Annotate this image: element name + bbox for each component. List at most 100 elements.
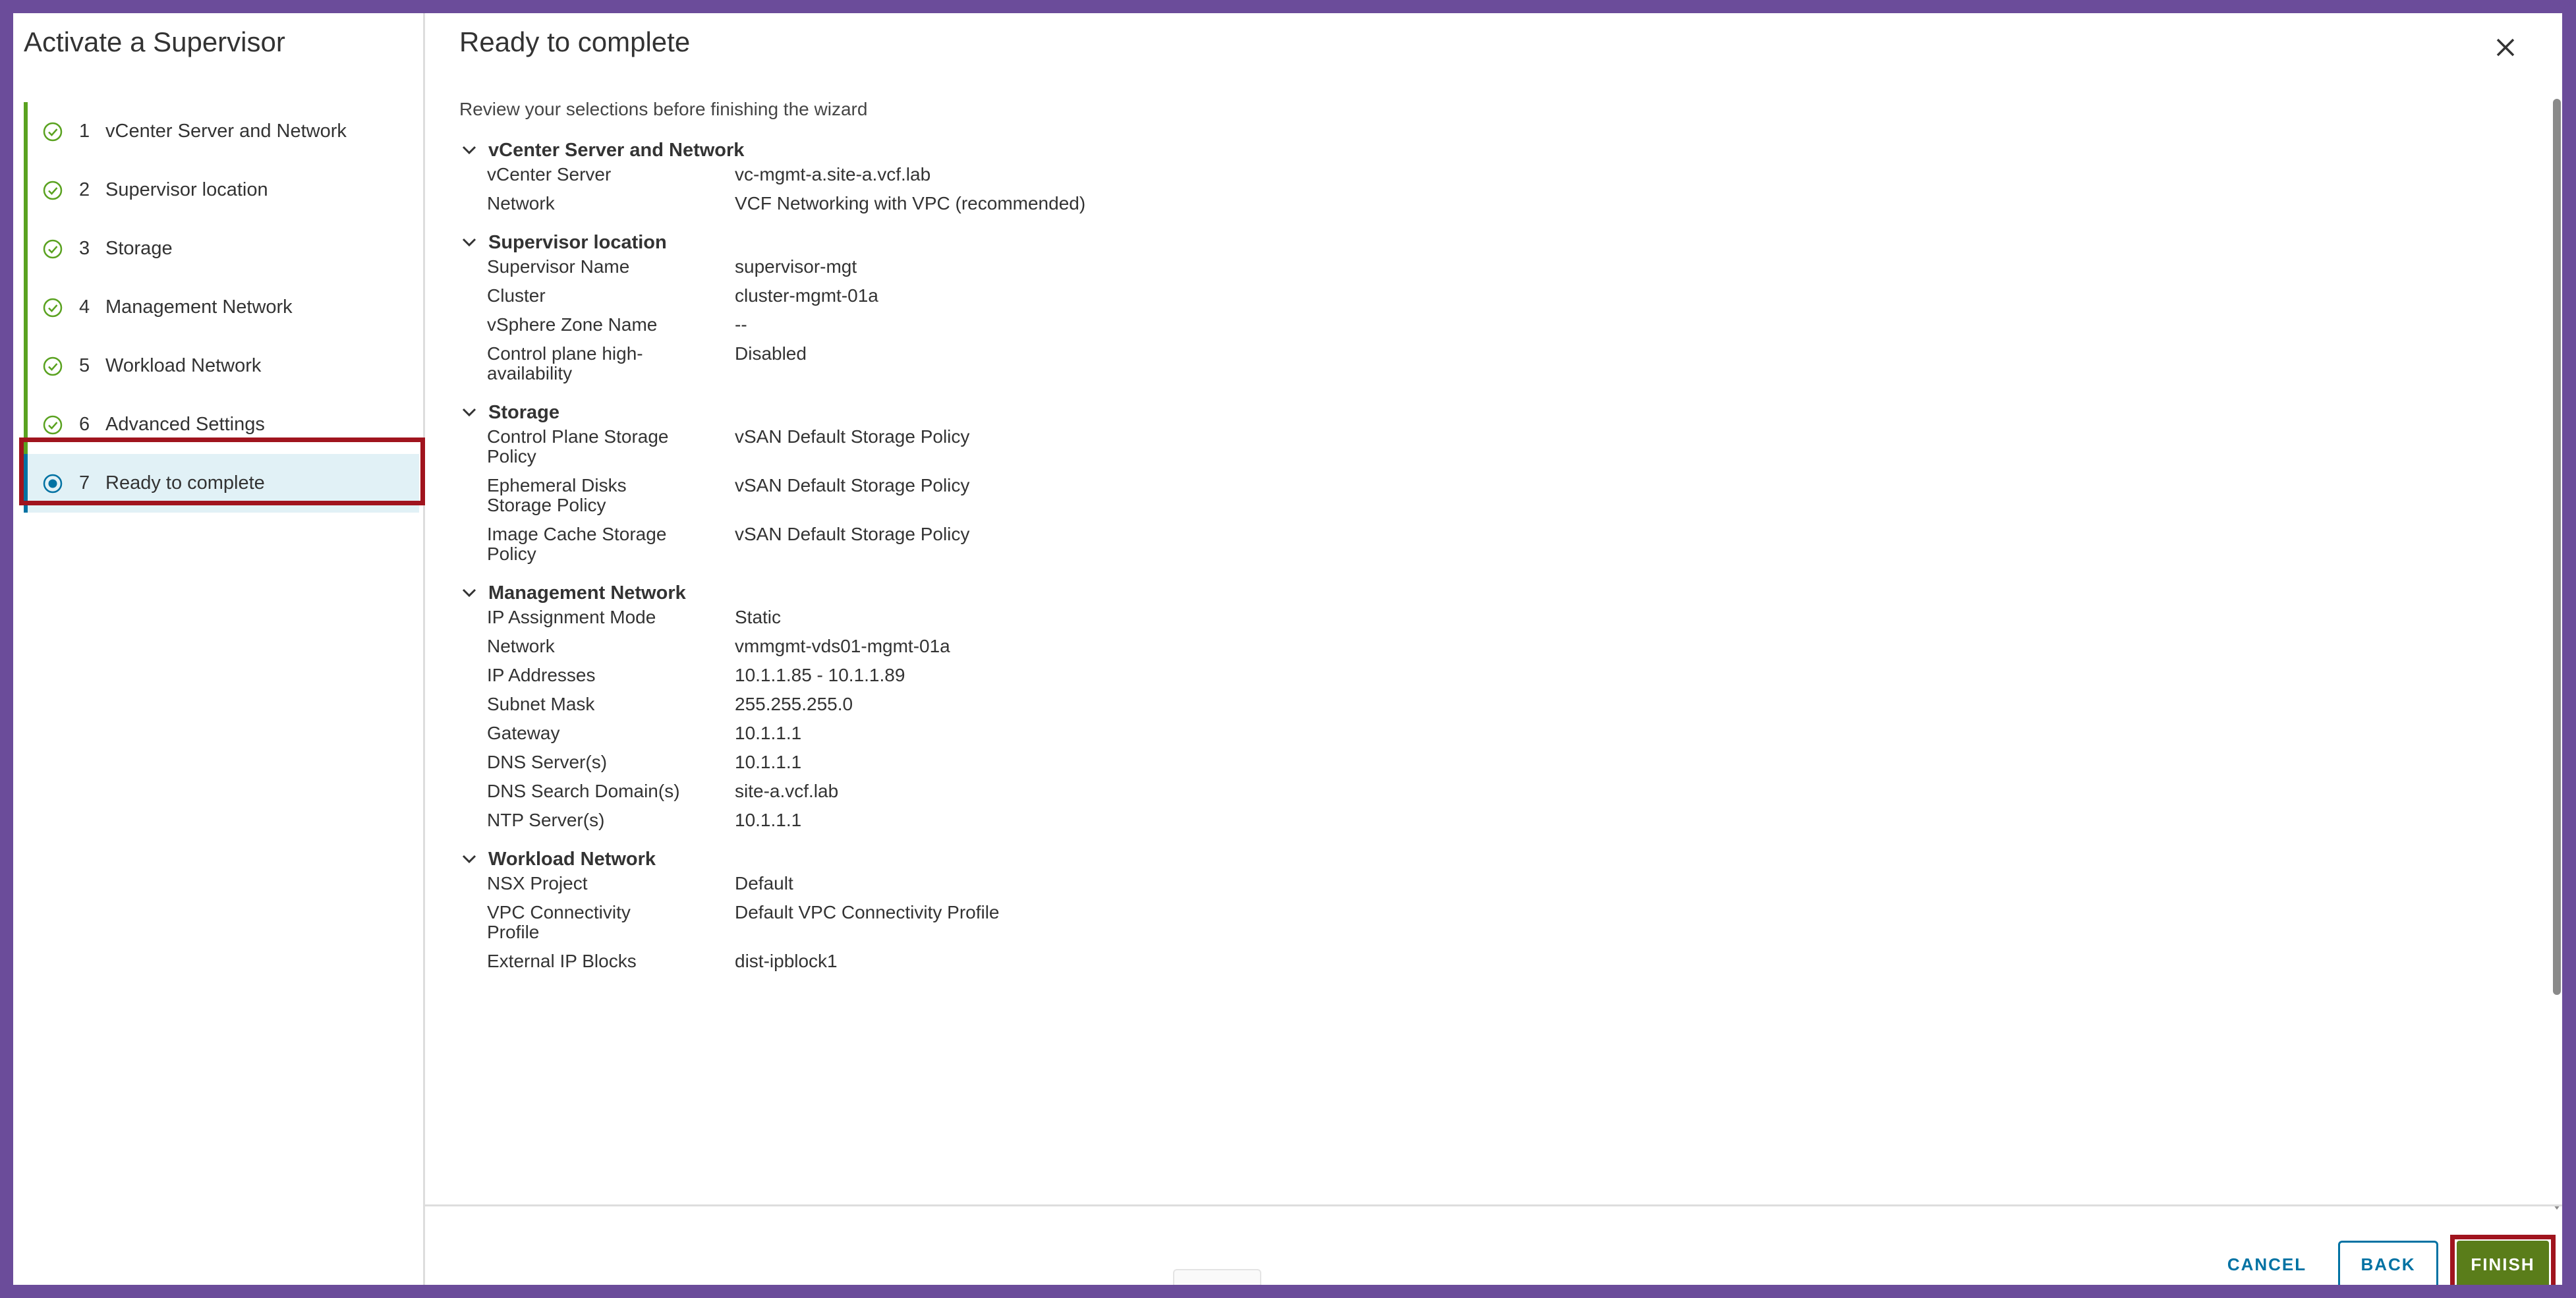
wizard-title: Activate a Supervisor [24, 26, 285, 57]
step-label: Advanced Settings [105, 414, 265, 435]
step-advanced-settings[interactable]: 6 Advanced Settings [24, 395, 419, 454]
step-ready-to-complete[interactable]: 7 Ready to complete [24, 454, 419, 513]
detail-value: vc-mgmt-a.site-a.vcf.lab [735, 164, 931, 184]
step-storage[interactable]: 3 Storage [24, 219, 419, 278]
detail-value: vSAN Default Storage Policy [735, 524, 970, 544]
detail-row: Ephemeral Disks Storage Policy vSAN Defau… [487, 476, 2502, 515]
detail-value: supervisor-mgt [735, 256, 857, 277]
step-supervisor-location[interactable]: 2 Supervisor location [24, 161, 419, 219]
detail-value: vSAN Default Storage Policy [735, 426, 970, 447]
detail-value: 10.1.1.85 - 10.1.1.89 [735, 665, 905, 685]
check-circle-icon [43, 298, 63, 317]
detail-value: 255.255.255.0 [735, 694, 853, 714]
detail-row: IP Addresses 10.1.1.85 - 10.1.1.89 [487, 665, 2502, 685]
section-title: Storage [488, 401, 559, 423]
step-workload-network[interactable]: 5 Workload Network [24, 337, 419, 395]
detail-row: Supervisor Name supervisor-mgt [487, 257, 2502, 277]
section-toggle[interactable]: Supervisor location [459, 228, 2502, 257]
step-list: 1 vCenter Server and Network 2 Superviso… [24, 102, 419, 513]
step-number: 5 [79, 355, 90, 376]
cancel-button[interactable]: CANCEL [2208, 1241, 2326, 1285]
detail-row: vSphere Zone Name -- [487, 315, 2502, 335]
detail-value: Default [735, 873, 793, 893]
detail-row: vCenter Server vc-mgmt-a.site-a.vcf.lab [487, 165, 2502, 184]
detail-value: Static [735, 607, 782, 627]
section-storage: Storage Control Plane Storage Policy vSAN… [459, 398, 2502, 564]
step-label: Ready to complete [105, 472, 265, 494]
close-icon[interactable] [2491, 33, 2520, 62]
chevron-down-icon [462, 588, 476, 598]
detail-row: Image Cache Storage Policy vSAN Default S… [487, 524, 2502, 564]
detail-row: VPC Connectivity Profile Default VPC Conn… [487, 903, 2502, 942]
detail-label: IP Addresses [487, 665, 596, 685]
step-vcenter-server-and-network[interactable]: 1 vCenter Server and Network [24, 102, 419, 161]
detail-value: -- [735, 314, 747, 335]
detail-label: vSphere Zone Name [487, 314, 658, 335]
section-toggle[interactable]: Workload Network [459, 845, 2502, 874]
main-pane: Ready to complete Review your selections… [425, 13, 2562, 1285]
step-label: Supervisor location [105, 179, 268, 200]
detail-label: VPC Connectivity Profile [487, 902, 631, 942]
chevron-down-icon [462, 146, 476, 155]
check-circle-icon [43, 239, 63, 258]
content-scrollbar[interactable] [2552, 92, 2562, 1212]
section-management-network: Management Network IP Assignment Mode Sta… [459, 578, 2502, 830]
section-vcenter-server-and-network: vCenter Server and Network vCenter Serve… [459, 136, 2502, 213]
step-number: 3 [79, 238, 90, 259]
section-title: vCenter Server and Network [488, 139, 745, 161]
detail-label: Gateway [487, 723, 560, 743]
detail-label: Network [487, 193, 555, 213]
detail-label: vCenter Server [487, 164, 612, 184]
section-title: Management Network [488, 582, 686, 604]
page-title: Ready to complete [459, 26, 691, 57]
detail-row: Gateway 10.1.1.1 [487, 723, 2502, 743]
section-toggle[interactable]: Storage [459, 398, 2502, 427]
wizard-footer: CANCEL BACK FINISH [425, 1204, 2562, 1285]
detail-label: NSX Project [487, 873, 588, 893]
detail-label: IP Assignment Mode [487, 607, 656, 627]
section-workload-network: Workload Network NSX Project Default VPC … [459, 845, 2502, 971]
step-number: 6 [79, 414, 90, 435]
section-toggle[interactable]: vCenter Server and Network [459, 136, 2502, 165]
detail-value: vmmgmt-vds01-mgmt-01a [735, 636, 950, 656]
finish-button[interactable]: FINISH [2457, 1241, 2549, 1285]
check-circle-icon [43, 415, 63, 434]
section-title: Supervisor location [488, 231, 667, 253]
detail-row: External IP Blocks dist-ipblock1 [487, 951, 2502, 971]
detail-value: cluster-mgmt-01a [735, 285, 878, 306]
detail-row: IP Assignment Mode Static [487, 607, 2502, 627]
scrollbar-thumb[interactable] [2553, 99, 2561, 995]
detail-value: dist-ipblock1 [735, 951, 838, 971]
step-number: 1 [79, 121, 90, 142]
step-management-network[interactable]: 4 Management Network [24, 278, 419, 337]
detail-row: Network vmmgmt-vds01-mgmt-01a [487, 636, 2502, 656]
check-circle-icon [43, 122, 63, 141]
detail-label: Supervisor Name [487, 256, 630, 277]
review-content: Review your selections before finishing … [459, 99, 2502, 1209]
detail-label: Cluster [487, 285, 546, 306]
detail-label: Image Cache Storage Policy [487, 524, 667, 564]
detail-label: Ephemeral Disks Storage Policy [487, 475, 627, 515]
detail-value: Disabled [735, 343, 807, 364]
detail-row: NSX Project Default [487, 874, 2502, 893]
detail-value: 10.1.1.1 [735, 752, 802, 772]
detail-label: DNS Server(s) [487, 752, 608, 772]
detail-label: Control plane high-availability [487, 343, 643, 383]
detail-value: 10.1.1.1 [735, 723, 802, 743]
detail-label: Control Plane Storage Policy [487, 426, 669, 466]
detail-value: VCF Networking with VPC (recommended) [735, 193, 1086, 213]
section-toggle[interactable]: Management Network [459, 578, 2502, 607]
section-supervisor-location: Supervisor location Supervisor Name super… [459, 228, 2502, 383]
back-button[interactable]: BACK [2338, 1241, 2438, 1285]
chevron-down-icon [462, 855, 476, 864]
step-number: 4 [79, 296, 90, 318]
wizard-dialog: Activate a Supervisor 1 vCenter Server a… [13, 13, 2562, 1285]
step-number: 7 [79, 472, 90, 494]
detail-label: DNS Search Domain(s) [487, 781, 680, 801]
detail-value: Default VPC Connectivity Profile [735, 902, 1000, 922]
check-circle-icon [43, 356, 63, 376]
drag-handle[interactable] [1173, 1269, 1261, 1285]
step-label: Management Network [105, 296, 293, 318]
step-label: vCenter Server and Network [105, 121, 347, 142]
detail-row: NTP Server(s) 10.1.1.1 [487, 810, 2502, 830]
